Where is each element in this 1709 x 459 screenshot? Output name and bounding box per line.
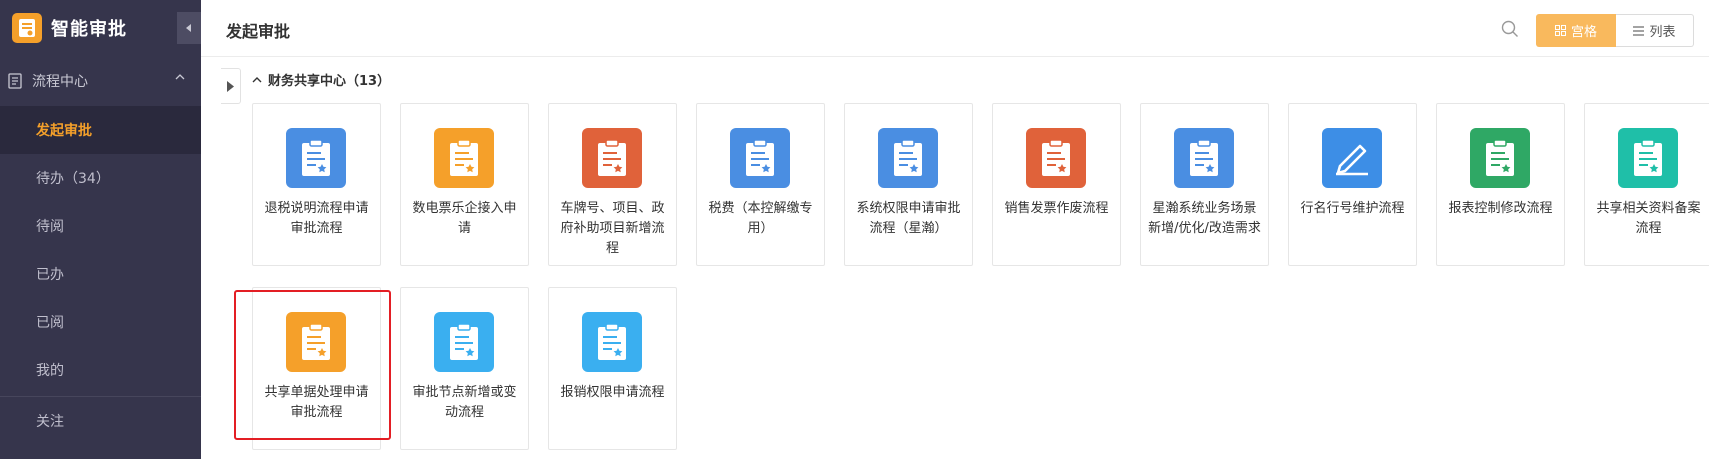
highlight-annotation <box>234 290 391 440</box>
sidebar-item-todo[interactable]: 待办（34） <box>0 154 201 202</box>
caret-left-icon <box>186 24 191 32</box>
sidebar-item-follow[interactable]: 关注 <box>0 397 201 445</box>
sidebar-item-start-approval[interactable]: 发起审批 <box>0 106 201 154</box>
collapse-sidebar-button[interactable] <box>177 12 201 44</box>
page-title: 发起审批 <box>226 22 291 41</box>
brand: 智能审批 <box>0 0 201 56</box>
process-card-label: 数电票乐企接入申请 <box>412 201 517 236</box>
process-card[interactable]: 系统权限申请审批流程（星瀚） <box>844 103 973 266</box>
sidebar-item-label: 已办 <box>36 267 64 283</box>
sidebar-item-label: 我的 <box>36 363 64 379</box>
process-card-label: 星瀚系统业务场景新增/优化/改造需求 <box>1148 201 1261 236</box>
sidebar-section-label: 流程中心 <box>32 74 88 90</box>
process-card-label: 车牌号、项目、政府补助项目新增流程 <box>560 201 665 256</box>
pencil-icon <box>1322 128 1382 188</box>
sidebar-section-process-center[interactable]: 流程中心 <box>0 56 201 106</box>
expand-panel-button[interactable] <box>221 68 241 104</box>
process-card[interactable]: 税费（本控解缴专用） <box>696 103 825 266</box>
sidebar-item-done[interactable]: 已办 <box>0 250 201 298</box>
app-logo-icon <box>12 13 42 43</box>
clipboard-icon <box>582 312 642 372</box>
process-card-label: 行名行号维护流程 <box>1300 201 1405 216</box>
process-card[interactable]: 报销权限申请流程 <box>548 287 677 450</box>
process-card-label: 报表控制修改流程 <box>1448 201 1553 216</box>
clipboard-icon <box>1026 128 1086 188</box>
clipboard-icon <box>1174 128 1234 188</box>
sidebar-item-label: 已阅 <box>36 315 64 331</box>
process-card[interactable]: 报表控制修改流程 <box>1436 103 1565 266</box>
clipboard-icon <box>286 128 346 188</box>
process-card-label: 退税说明流程申请审批流程 <box>264 201 369 236</box>
grid-view-button[interactable]: 宫格 <box>1536 14 1616 47</box>
process-card-label: 系统权限申请审批流程（星瀚） <box>856 201 961 236</box>
process-card[interactable]: 共享相关资料备案流程 <box>1584 103 1709 266</box>
chevron-up-icon <box>252 76 262 82</box>
grid-icon <box>1554 25 1566 36</box>
sidebar: 智能审批 流程中心 发起审批 待办（34） 待阅 已办 已阅 我的 关注 <box>0 0 201 459</box>
document-icon <box>8 73 22 89</box>
sidebar-item-read[interactable]: 已阅 <box>0 298 201 346</box>
process-card[interactable]: 数电票乐企接入申请 <box>400 103 529 266</box>
sidebar-item-label: 待阅 <box>36 219 64 235</box>
process-card[interactable]: 行名行号维护流程 <box>1288 103 1417 266</box>
clipboard-icon <box>1618 128 1678 188</box>
clipboard-icon <box>582 128 642 188</box>
sidebar-item-label: 关注 <box>36 414 64 430</box>
app-title: 智能审批 <box>51 19 127 40</box>
clipboard-icon <box>434 312 494 372</box>
process-card[interactable]: 星瀚系统业务场景新增/优化/改造需求 <box>1140 103 1269 266</box>
header: 发起审批 宫格 列表 <box>201 0 1709 57</box>
list-icon <box>1633 25 1645 36</box>
list-view-label: 列表 <box>1649 25 1676 40</box>
sidebar-item-label: 发起审批 <box>36 123 92 139</box>
process-card-label: 审批节点新增或变动流程 <box>412 385 517 420</box>
process-card-label: 报销权限申请流程 <box>560 385 665 400</box>
chevron-up-icon <box>175 74 185 80</box>
search-icon[interactable] <box>1501 20 1519 38</box>
clipboard-icon <box>434 128 494 188</box>
process-card[interactable]: 退税说明流程申请审批流程 <box>252 103 381 266</box>
process-card[interactable]: 车牌号、项目、政府补助项目新增流程 <box>548 103 677 266</box>
sidebar-item-to-read[interactable]: 待阅 <box>0 202 201 250</box>
list-view-button[interactable]: 列表 <box>1616 14 1694 47</box>
process-card[interactable]: 销售发票作废流程 <box>992 103 1121 266</box>
clipboard-icon <box>730 128 790 188</box>
process-card[interactable]: 审批节点新增或变动流程 <box>400 287 529 450</box>
clipboard-icon <box>1470 128 1530 188</box>
caret-right-icon <box>227 80 234 92</box>
sidebar-item-label: 待办（34） <box>36 171 110 187</box>
grid-view-label: 宫格 <box>1570 25 1597 40</box>
process-card-label: 税费（本控解缴专用） <box>708 201 813 236</box>
app-root: 智能审批 流程中心 发起审批 待办（34） 待阅 已办 已阅 我的 关注 发起审… <box>0 0 1709 459</box>
clipboard-icon <box>878 128 938 188</box>
group-header-finance-sharing[interactable]: 财务共享中心（13） <box>252 70 390 89</box>
view-toggle: 宫格 列表 <box>1536 14 1694 47</box>
sidebar-item-mine[interactable]: 我的 <box>0 346 201 394</box>
process-card-label: 共享相关资料备案流程 <box>1596 201 1701 236</box>
group-title: 财务共享中心（13） <box>268 74 391 89</box>
process-card-label: 销售发票作废流程 <box>1004 201 1109 216</box>
